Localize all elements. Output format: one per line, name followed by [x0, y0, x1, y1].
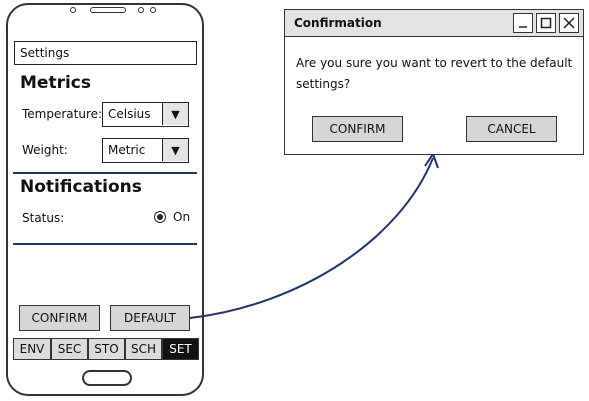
minimize-button[interactable] [513, 13, 533, 33]
dialog-confirm-button[interactable]: CONFIRM [312, 116, 403, 142]
close-icon [563, 17, 575, 29]
dialog-cancel-button[interactable]: CANCEL [466, 116, 557, 142]
close-button[interactable] [559, 13, 579, 33]
dialog-message: Are you sure you want to revert to the d… [296, 56, 573, 91]
maximize-icon [540, 17, 552, 29]
minimize-icon [519, 26, 527, 28]
maximize-button[interactable] [536, 13, 556, 33]
flow-arrow-line [189, 157, 434, 319]
